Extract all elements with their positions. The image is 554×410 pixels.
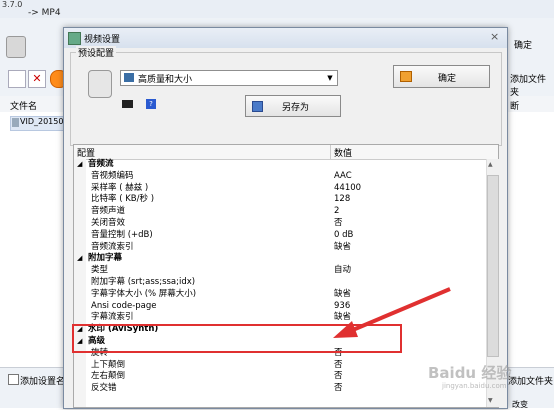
annotation-arrow [333,287,451,338]
watermark-text: Baidu 经验 [428,364,512,382]
watermark-subtext: jingyan.baidu.com [442,382,507,390]
